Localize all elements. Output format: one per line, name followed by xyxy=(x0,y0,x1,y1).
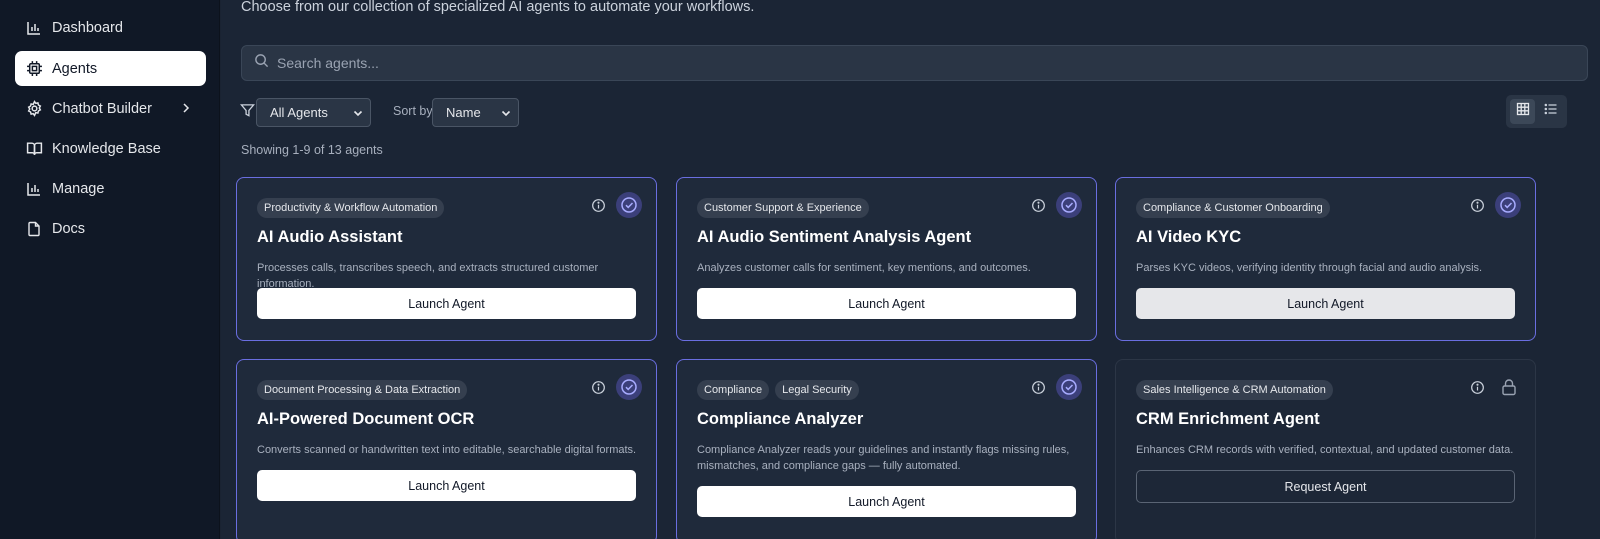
sidebar-item-manage[interactable]: Manage xyxy=(15,171,206,206)
agent-card: Customer Support & Experience AI Audio S… xyxy=(676,177,1097,341)
category-tag: Legal Security xyxy=(775,380,859,400)
sidebar-item-label: Knowledge Base xyxy=(52,140,161,157)
sidebar-item-chatbot-builder[interactable]: Chatbot Builder xyxy=(15,91,206,126)
agent-title: CRM Enrichment Agent xyxy=(1136,410,1320,428)
info-icon[interactable] xyxy=(591,198,606,213)
info-icon[interactable] xyxy=(1031,198,1046,213)
launch-agent-button[interactable]: Launch Agent xyxy=(697,288,1076,319)
results-count: Showing 1-9 of 13 agents xyxy=(241,143,383,157)
agent-card: Sales Intelligence & CRM Automation CRM … xyxy=(1115,359,1536,539)
agent-card: Productivity & Workflow Automation AI Au… xyxy=(236,177,657,341)
search-input[interactable] xyxy=(277,55,1477,71)
sort-label: Sort by: xyxy=(393,104,437,118)
launch-agent-button[interactable]: Launch Agent xyxy=(1136,288,1515,319)
chevron-down-icon xyxy=(352,107,364,119)
check-circle-icon xyxy=(1495,192,1521,218)
grid-view-button[interactable] xyxy=(1510,99,1535,124)
list-icon xyxy=(1544,102,1558,121)
category-tag: Productivity & Workflow Automation xyxy=(257,198,445,218)
category-select-value: All Agents xyxy=(270,105,328,120)
sidebar-item-label: Agents xyxy=(52,60,98,77)
tag-list: Customer Support & Experience xyxy=(697,198,869,218)
agent-title: AI-Powered Document OCR xyxy=(257,410,475,428)
info-icon[interactable] xyxy=(1470,380,1485,395)
check-circle-icon xyxy=(616,192,642,218)
info-icon[interactable] xyxy=(1470,198,1485,213)
category-select[interactable]: All Agents xyxy=(256,98,371,127)
bar-chart-icon xyxy=(25,19,43,37)
category-tag: Compliance & Customer Onboarding xyxy=(1136,198,1330,218)
tag-list: Compliance & Customer Onboarding xyxy=(1136,198,1330,218)
sidebar-item-dashboard[interactable]: Dashboard xyxy=(15,10,206,45)
search-bar[interactable] xyxy=(241,45,1588,81)
page-subtitle: Choose from our collection of specialize… xyxy=(241,0,755,15)
check-circle-icon xyxy=(1056,192,1082,218)
tag-list: Document Processing & Data Extraction xyxy=(257,380,468,400)
tag-list: Productivity & Workflow Automation xyxy=(257,198,445,218)
agent-card: Compliance Legal Security Compliance Ana… xyxy=(676,359,1097,539)
agent-description: Parses KYC videos, verifying identity th… xyxy=(1136,262,1483,274)
sidebar: Dashboard Agents Chatbot Builder Knowled… xyxy=(0,0,220,539)
gear-icon xyxy=(25,100,43,118)
sort-select-value: Name xyxy=(446,105,481,120)
sidebar-item-agents[interactable]: Agents xyxy=(15,51,206,86)
agent-card: Document Processing & Data Extraction AI… xyxy=(236,359,657,539)
bar-chart-icon xyxy=(25,180,43,198)
chevron-right-icon xyxy=(178,100,194,116)
check-circle-icon xyxy=(1056,374,1082,400)
tag-list: Sales Intelligence & CRM Automation xyxy=(1136,380,1333,400)
sidebar-item-docs[interactable]: Docs xyxy=(15,211,206,246)
category-tag: Customer Support & Experience xyxy=(697,198,869,218)
launch-agent-button[interactable]: Launch Agent xyxy=(697,486,1076,517)
list-view-button[interactable] xyxy=(1538,99,1563,124)
sidebar-item-label: Dashboard xyxy=(52,19,123,36)
main-content: Choose from our collection of specialize… xyxy=(221,0,1600,539)
lock-icon xyxy=(1501,378,1517,396)
info-icon[interactable] xyxy=(1031,380,1046,395)
agent-title: Compliance Analyzer xyxy=(697,410,864,428)
info-icon[interactable] xyxy=(591,380,606,395)
agent-card: Compliance & Customer Onboarding AI Vide… xyxy=(1115,177,1536,341)
cpu-icon xyxy=(25,60,43,78)
agent-description: Analyzes customer calls for sentiment, k… xyxy=(697,262,1031,274)
tag-list: Compliance Legal Security xyxy=(697,380,859,400)
search-icon xyxy=(254,53,269,73)
launch-agent-button[interactable]: Launch Agent xyxy=(257,470,636,501)
sidebar-item-label: Chatbot Builder xyxy=(52,100,152,117)
agent-description: Compliance Analyzer reads your guideline… xyxy=(697,444,1070,472)
category-tag: Sales Intelligence & CRM Automation xyxy=(1136,380,1333,400)
sidebar-item-label: Manage xyxy=(52,180,105,197)
grid-icon xyxy=(1516,102,1530,121)
request-agent-button[interactable]: Request Agent xyxy=(1136,470,1515,503)
chevron-down-icon xyxy=(500,107,512,119)
agent-description: Enhances CRM records with verified, cont… xyxy=(1136,444,1514,456)
sidebar-item-knowledge-base[interactable]: Knowledge Base xyxy=(15,131,206,166)
book-icon xyxy=(25,140,43,158)
category-tag: Compliance xyxy=(697,380,770,400)
sidebar-item-label: Docs xyxy=(52,220,86,237)
file-icon xyxy=(25,220,43,238)
launch-agent-button[interactable]: Launch Agent xyxy=(257,288,636,319)
agent-title: AI Audio Assistant xyxy=(257,228,403,246)
check-circle-icon xyxy=(616,374,642,400)
sort-select[interactable]: Name xyxy=(432,98,519,127)
agent-title: AI Audio Sentiment Analysis Agent xyxy=(697,228,972,246)
agent-description: Converts scanned or handwritten text int… xyxy=(257,444,637,456)
filter-icon xyxy=(240,103,256,119)
category-tag: Document Processing & Data Extraction xyxy=(257,380,468,400)
agent-title: AI Video KYC xyxy=(1136,228,1242,246)
view-toggle xyxy=(1506,95,1567,128)
